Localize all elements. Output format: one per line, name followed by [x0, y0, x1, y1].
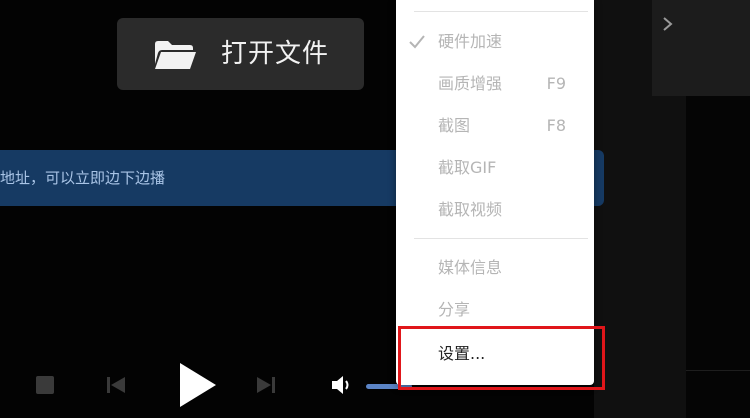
folder-icon — [155, 41, 196, 69]
menu-item-capture-gif[interactable]: 截取GIF — [396, 150, 594, 186]
previous-icon[interactable] — [104, 373, 128, 397]
context-menu: 硬件加速 画质增强 F9 截图 F8 截取GIF 截取视频 媒体信息 分享 设置… — [396, 0, 594, 385]
stop-icon[interactable] — [36, 376, 54, 394]
menu-separator — [414, 11, 588, 12]
menu-item-capture-video[interactable]: 截取视频 — [396, 192, 594, 228]
menu-item-label: 截取GIF — [438, 158, 497, 177]
menu-item-media-info[interactable]: 媒体信息 — [396, 250, 594, 286]
menu-item-label: 画质增强 — [438, 74, 503, 93]
checkmark-icon — [409, 35, 425, 49]
menu-item-label: 截取视频 — [438, 200, 503, 219]
menu-item-screenshot[interactable]: 截图 F8 — [396, 108, 594, 144]
menu-item-label: 设置... — [438, 344, 486, 363]
menu-item-label: 硬件加速 — [438, 32, 503, 51]
player-stage: 打开文件 地址，可以立即边下边播 硬件加速 画质增强 F9 截图 F8 截取GI… — [0, 0, 750, 418]
menu-item-label: 分享 — [438, 300, 471, 319]
play-icon[interactable] — [176, 361, 218, 409]
open-file-button[interactable]: 打开文件 — [117, 18, 364, 90]
menu-item-quality-enhance[interactable]: 画质增强 F9 — [396, 66, 594, 102]
url-hint-text: 地址，可以立即边下边播 — [0, 169, 166, 187]
menu-separator — [414, 238, 588, 239]
next-icon[interactable] — [254, 373, 278, 397]
open-file-label: 打开文件 — [221, 39, 330, 69]
playlist-divider — [686, 370, 750, 371]
menu-item-label: 媒体信息 — [438, 258, 503, 277]
menu-item-hardware-acceleration[interactable]: 硬件加速 — [396, 24, 594, 60]
volume-icon[interactable] — [330, 373, 354, 397]
menu-item-settings[interactable]: 设置... — [396, 336, 594, 372]
menu-item-shortcut: F8 — [546, 116, 566, 135]
menu-item-shortcut: F9 — [546, 74, 566, 93]
chevron-right-icon[interactable] — [660, 12, 676, 36]
playlist-toggle-panel[interactable] — [652, 0, 750, 96]
menu-item-label: 截图 — [438, 116, 471, 135]
menu-item-share[interactable]: 分享 — [396, 292, 594, 328]
